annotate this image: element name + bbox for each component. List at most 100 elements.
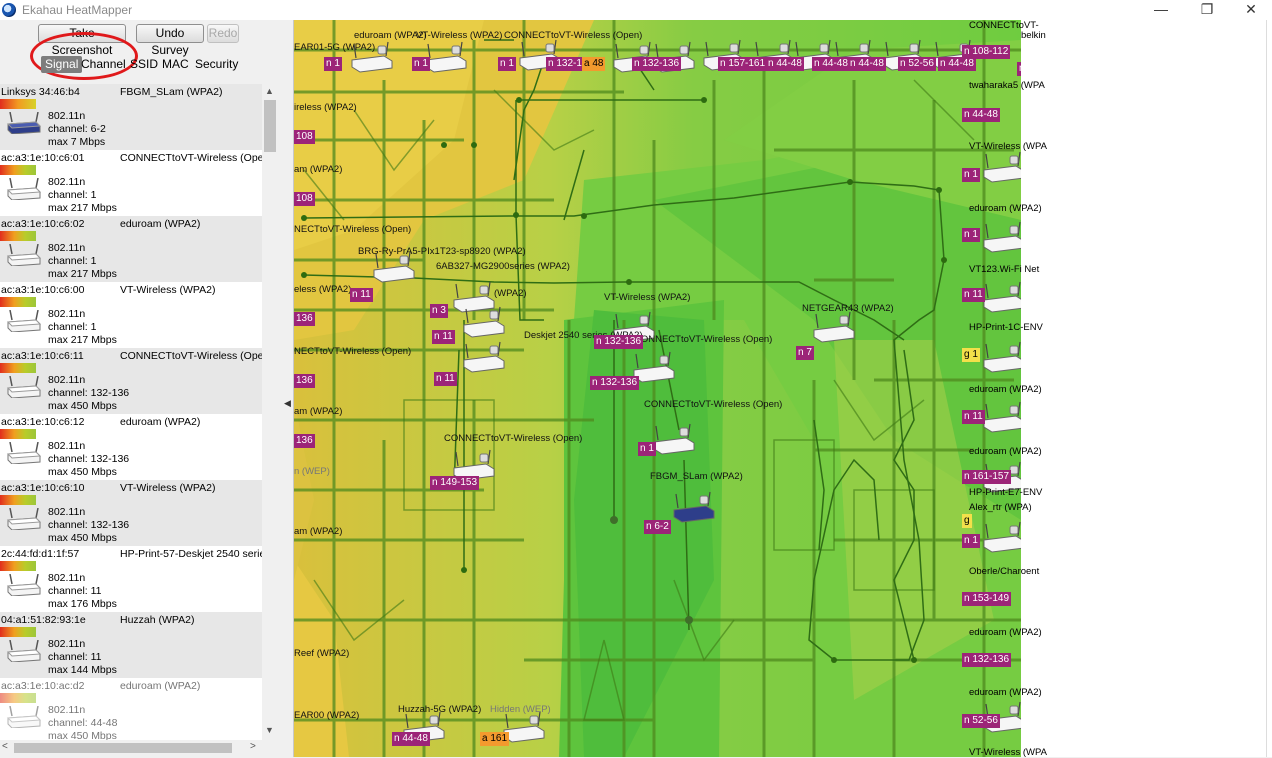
tab-mac[interactable]: MAC bbox=[158, 56, 193, 73]
channel-chip: n 157-161 bbox=[718, 57, 768, 71]
channel-chip: n 11 bbox=[962, 288, 985, 302]
legend-ssid-label: VT123.Wi-Fi Net bbox=[969, 264, 1040, 275]
list-item[interactable]: ac:a3:1e:10:c6:01 CONNECTtoVT-Wireless (… bbox=[0, 150, 262, 216]
close-button[interactable]: ✕ bbox=[1228, 0, 1272, 20]
map-ssid-label: Huzzah-5G (WPA2) bbox=[398, 704, 482, 715]
scroll-right-icon[interactable]: > bbox=[250, 741, 256, 752]
ap-mac-address: Linksys 34:46:b4 bbox=[1, 86, 80, 98]
heat-map-canvas bbox=[294, 20, 1021, 757]
ap-channel: channel: 132-136 bbox=[48, 519, 130, 531]
signal-strength-bar bbox=[0, 693, 36, 703]
right-panel-scrollbar[interactable] bbox=[1266, 20, 1272, 757]
signal-strength-bar bbox=[0, 561, 36, 571]
channel-chip: n 11 bbox=[962, 410, 985, 424]
ap-standard: 802.11n bbox=[48, 176, 86, 188]
signal-strength-bar bbox=[0, 165, 36, 175]
router-icon bbox=[6, 178, 42, 200]
scrollbar-thumb[interactable] bbox=[264, 100, 276, 152]
map-ssid-label: (WPA2) bbox=[494, 288, 527, 299]
scroll-left-icon[interactable]: < bbox=[2, 741, 8, 752]
map-ssid-label: 6AB327-MG2900series (WPA2) bbox=[436, 261, 570, 272]
ap-standard: 802.11n bbox=[48, 308, 86, 320]
router-icon bbox=[6, 640, 42, 662]
scroll-up-icon[interactable]: ▲ bbox=[265, 86, 274, 96]
tab-channel[interactable]: Channel bbox=[77, 56, 130, 73]
ap-channel: channel: 132-136 bbox=[48, 387, 130, 399]
legend-ssid-label: eduroam (WPA2) bbox=[969, 203, 1042, 214]
channel-chip: n 149-153 bbox=[430, 476, 480, 490]
ap-max-rate: max 144 Mbps bbox=[48, 664, 117, 676]
tab-ssid[interactable]: SSID bbox=[126, 56, 162, 73]
channel-chip: 136 bbox=[294, 312, 315, 326]
legend-ssid-label: eduroam (WPA2) bbox=[969, 687, 1042, 698]
ap-max-rate: max 7 Mbps bbox=[48, 136, 106, 148]
legend-ssid-label: Alex_rtr (WPA) bbox=[969, 502, 1032, 513]
channel-chip: n 52-56 bbox=[898, 57, 936, 71]
channel-chip: n 1 bbox=[962, 228, 980, 242]
map-ssid-label: am (WPA2) bbox=[294, 406, 343, 417]
ap-mac-address: 2c:44:fd:d1:1f:57 bbox=[1, 548, 80, 560]
minimize-button[interactable]: — bbox=[1138, 0, 1184, 20]
list-item[interactable]: 04:a1:51:82:93:1e Huzzah (WPA2) 802.11n … bbox=[0, 612, 262, 678]
panel-splitter[interactable]: ◀ bbox=[280, 20, 294, 757]
list-item[interactable]: 2c:44:fd:d1:1f:57 HP-Print-57-Deskjet 25… bbox=[0, 546, 262, 612]
ap-channel: channel: 132-136 bbox=[48, 453, 130, 465]
map-ssid-label: BRG-Ry-PrA5-PIx1T23-sp8920 (WPA2) bbox=[358, 246, 526, 257]
list-item[interactable]: ac:a3:1e:10:c6:11 CONNECTtoVT-Wireless (… bbox=[0, 348, 262, 414]
channel-chip: 108 bbox=[294, 130, 315, 144]
list-vertical-scrollbar[interactable]: ▲ ▼ bbox=[262, 84, 278, 740]
ap-ssid: CONNECTtoVT-Wireless (Open) bbox=[120, 152, 262, 164]
ap-standard: 802.11n bbox=[48, 110, 86, 122]
channel-chip: n 7 bbox=[796, 346, 814, 360]
ap-standard: 802.11n bbox=[48, 506, 86, 518]
ap-standard: 802.11n bbox=[48, 704, 86, 716]
ap-max-rate: max 217 Mbps bbox=[48, 202, 117, 214]
list-item[interactable]: Linksys 34:46:b4 FBGM_SLam (WPA2) 802.11… bbox=[0, 84, 262, 150]
channel-chip: n 11 bbox=[434, 372, 457, 386]
access-point-list[interactable]: Linksys 34:46:b4 FBGM_SLam (WPA2) 802.11… bbox=[0, 84, 262, 740]
ap-standard: 802.11n bbox=[48, 572, 86, 584]
channel-chip: n 44-48 bbox=[392, 732, 430, 746]
map-ssid-label: eless (WPA2) bbox=[294, 284, 352, 295]
list-horizontal-scrollbar[interactable]: < > bbox=[0, 740, 262, 756]
map-ssid-label: am (WPA2) bbox=[294, 164, 343, 175]
router-icon bbox=[6, 508, 42, 530]
ap-max-rate: max 217 Mbps bbox=[48, 268, 117, 280]
router-icon bbox=[6, 706, 42, 728]
list-item[interactable]: ac:a3:1e:10:ac:d2 eduroam (WPA2) 802.11n… bbox=[0, 678, 262, 740]
map-ssid-label: CONNECTtoVT-Wireless (Open) bbox=[444, 433, 583, 444]
channel-chip: n 1 bbox=[498, 57, 516, 71]
signal-strength-bar bbox=[0, 231, 36, 241]
collapse-left-icon[interactable]: ◀ bbox=[284, 398, 291, 409]
map-ssid-label: NECTtoVT-Wireless (Open) bbox=[294, 346, 412, 357]
channel-chip: n 132-136 bbox=[590, 376, 640, 390]
window-title: Ekahau HeatMapper bbox=[22, 3, 133, 17]
channel-chip: n 1 bbox=[638, 442, 656, 456]
ap-ssid: Huzzah (WPA2) bbox=[120, 614, 195, 626]
channel-chip: a 48 bbox=[582, 57, 606, 71]
list-item[interactable]: ac:a3:1e:10:c6:02 eduroam (WPA2) 802.11n… bbox=[0, 216, 262, 282]
redo-button[interactable]: Redo bbox=[207, 24, 239, 43]
ap-max-rate: max 176 Mbps bbox=[48, 598, 117, 610]
list-item[interactable]: ac:a3:1e:10:c6:12 eduroam (WPA2) 802.11n… bbox=[0, 414, 262, 480]
undo-survey-button[interactable]: Undo Survey bbox=[136, 24, 204, 57]
ap-mac-address: ac:a3:1e:10:ac:d2 bbox=[1, 680, 85, 692]
heat-map[interactable]: eduroam (WPA2) VT-Wireless (WPA2) CONNECTt… bbox=[294, 20, 1021, 757]
restore-button[interactable]: ❐ bbox=[1184, 0, 1230, 20]
scrollbar-thumb[interactable] bbox=[14, 743, 232, 753]
map-ssid-label: VT-Wireless (WPA2) bbox=[416, 30, 503, 41]
ssid-legend-panel: CONNECTtoVT-belkin twaharaka5 (WPA VT-Wire… bbox=[969, 20, 1272, 758]
ap-ssid: VT-Wireless (WPA2) bbox=[120, 482, 216, 494]
router-icon bbox=[6, 376, 42, 398]
list-item[interactable]: ac:a3:1e:10:c6:10 VT-Wireless (WPA2) 802… bbox=[0, 480, 262, 546]
channel-chip: n 44-48 bbox=[812, 57, 850, 71]
ap-channel: channel: 6-2 bbox=[48, 123, 106, 135]
channel-chip: n 11 bbox=[432, 330, 455, 344]
ap-standard: 802.11n bbox=[48, 242, 86, 254]
ap-mac-address: ac:a3:1e:10:c6:12 bbox=[1, 416, 85, 428]
ap-channel: channel: 1 bbox=[48, 189, 97, 201]
tab-security[interactable]: Security bbox=[191, 56, 242, 73]
legend-ssid-label: eduroam (WPA2) bbox=[969, 627, 1042, 638]
list-item[interactable]: ac:a3:1e:10:c6:00 VT-Wireless (WPA2) 802… bbox=[0, 282, 262, 348]
scroll-down-icon[interactable]: ▼ bbox=[265, 725, 274, 735]
